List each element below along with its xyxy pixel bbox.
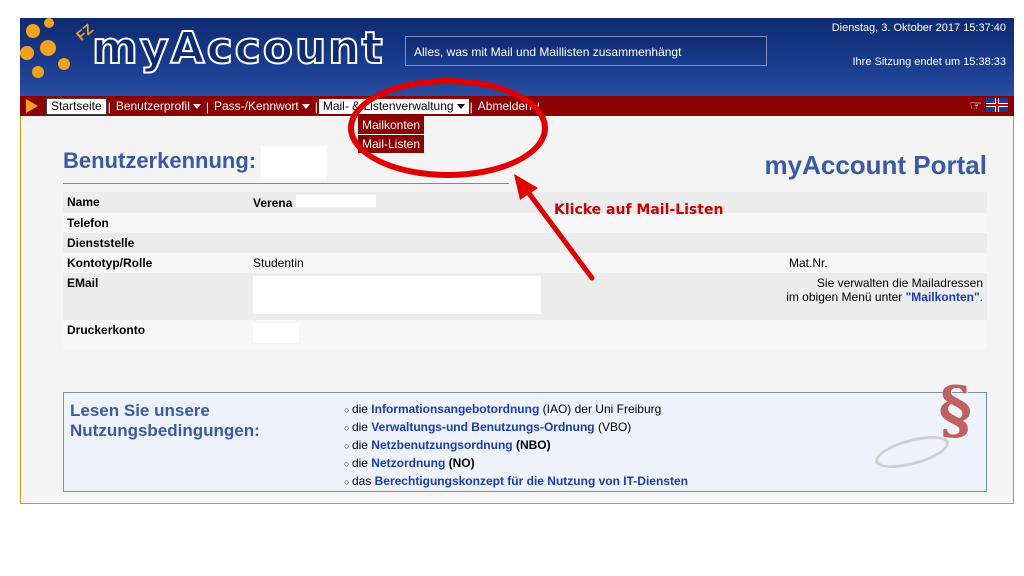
item-pre: das	[351, 474, 375, 488]
nutzungsbedingungen-box: Lesen Sie unsere Nutzungsbedingungen: di…	[63, 373, 987, 492]
item-post: (NBO)	[512, 438, 551, 452]
item-post: (IAO) der Uni Freiburg	[539, 402, 662, 416]
redacted-box	[253, 276, 541, 314]
item-post: (NO)	[445, 456, 475, 470]
item-pre: die	[351, 402, 372, 416]
mailkonten-link[interactable]: "Mailkonten"	[906, 290, 980, 304]
nav-separator: |	[536, 99, 540, 114]
header-tagline: Alles, was mit Mail und Maillisten zusam…	[405, 36, 767, 66]
row-label: Dienststelle	[63, 233, 249, 253]
nav-abmelden[interactable]: Abmelden	[474, 99, 536, 114]
row-label: Telefon	[63, 213, 249, 233]
table-row: EMail Sie verwalten die Mailadressen im …	[63, 273, 987, 320]
redacted-box	[295, 195, 376, 207]
nutz-title-line2: Nutzungsbedingungen:	[70, 421, 260, 440]
english-flag-icon[interactable]	[986, 98, 1008, 112]
matnr-cell: Mat.Nr.	[649, 253, 987, 273]
table-row: Name Verena	[63, 192, 987, 213]
nav-benutzerprofil[interactable]: Benutzerprofil	[112, 99, 205, 114]
email-hint-line1: Sie verwalten die Mailadressen	[816, 276, 983, 290]
title-divider	[63, 183, 509, 184]
menu-item-mail-listen[interactable]: Mail-Listen	[358, 134, 425, 153]
main-panel: Benutzerkennung: myAccount Portal Name V…	[20, 116, 1014, 504]
mail-dropdown-menu: Mailkonten Mail-Listen	[358, 116, 425, 153]
nutz-title-line1: Lesen Sie unsere	[70, 401, 210, 420]
header-banner: FZ myAccount Alles, was mit Mail und Mai…	[20, 18, 1014, 96]
nav-passwort-label: Pass-/Kennwort	[214, 99, 299, 113]
email-value	[249, 273, 649, 320]
email-hint: Sie verwalten die Mailadressen im obigen…	[649, 273, 987, 320]
link-no[interactable]: Netzordnung	[371, 456, 445, 470]
nav-startseite[interactable]: Startseite	[46, 98, 107, 115]
nav-benutzerprofil-label: Benutzerprofil	[115, 99, 190, 113]
menu-item-mailkonten[interactable]: Mailkonten	[358, 116, 424, 134]
nav-arrow-icon	[26, 99, 38, 113]
portal-title: myAccount Portal	[764, 150, 988, 180]
item-pre: die	[351, 420, 372, 434]
row-label: EMail	[63, 273, 249, 320]
nav-mail-label: Mail- & Listenverwaltung	[322, 99, 454, 113]
logo[interactable]: myAccount	[91, 22, 385, 75]
nutzungsbedingungen-title: Lesen Sie unsere Nutzungsbedingungen:	[70, 401, 260, 441]
benutzerkennung-title: Benutzerkennung:	[63, 148, 257, 173]
row-value	[249, 233, 649, 253]
item-post: (VBO)	[594, 420, 632, 434]
annotation-text: Klicke auf Mail-Listen	[554, 202, 724, 218]
benutzerkennung-redacted	[261, 146, 327, 180]
pointing-hand-icon[interactable]: ☞	[969, 98, 982, 112]
matnr-label: Mat.Nr.	[789, 256, 828, 270]
row-label: Druckerkonto	[63, 320, 249, 349]
link-berechtigungskonzept[interactable]: Berechtigungskonzept für die Nutzung von…	[375, 474, 688, 488]
caret-down-icon	[192, 104, 201, 110]
row-label: Kontotyp/Rolle	[63, 253, 249, 273]
list-item: die Informationsangebotordnung (IAO) der…	[344, 401, 688, 419]
link-nbo[interactable]: Netzbenutzungsordnung	[371, 438, 512, 452]
nav-passwort[interactable]: Pass-/Kennwort	[210, 99, 314, 114]
email-hint-line2: im obigen Menü unter "Mailkonten".	[653, 290, 983, 304]
email-hint-pre: im obigen Menü unter	[786, 290, 906, 304]
item-pre: die	[351, 456, 372, 470]
session-timer: Ihre Sitzung endet um 15:38:33	[852, 56, 1007, 68]
header-date: Dienstag, 3. Oktober 2017 15:37:40	[831, 22, 1006, 34]
row-extra	[649, 233, 987, 253]
table-row: Dienststelle	[63, 233, 987, 253]
table-row: Kontotyp/Rolle Studentin Mat.Nr.	[63, 253, 987, 273]
nav-mail-listenverwaltung[interactable]: Mail- & Listenverwaltung	[318, 99, 469, 114]
list-item: die Verwaltungs-und Benutzungs-Ordnung (…	[344, 419, 688, 437]
caret-down-icon	[301, 104, 310, 110]
main-navbar: Startseite | Benutzerprofil | Pass-/Kenn…	[20, 96, 1014, 116]
link-vbo[interactable]: Verwaltungs-und Benutzungs-Ordnung	[371, 420, 594, 434]
link-iao[interactable]: Informationsangebotordnung	[371, 402, 539, 416]
item-pre: die	[351, 438, 372, 452]
table-row: Telefon	[63, 213, 987, 233]
list-item: das Berechtigungskonzept für die Nutzung…	[344, 473, 688, 491]
swirl-decoration	[871, 429, 953, 475]
nutzung-list: die Informationsangebotordnung (IAO) der…	[344, 401, 688, 491]
caret-down-icon	[456, 104, 465, 110]
row-label: Name	[63, 192, 249, 213]
name-value: Verena	[253, 196, 293, 210]
row-value: Studentin	[249, 253, 649, 273]
list-item: die Netzbenutzungsordnung (NBO)	[344, 437, 688, 455]
redacted-box	[253, 323, 299, 343]
row-extra	[649, 320, 987, 349]
row-value	[249, 320, 649, 349]
account-info-table: Name Verena Telefon Dienststelle Kontoty…	[63, 192, 987, 349]
email-hint-post: .	[979, 290, 983, 304]
list-item: die Netzordnung (NO)	[344, 455, 688, 473]
table-row: Druckerkonto	[63, 320, 987, 349]
